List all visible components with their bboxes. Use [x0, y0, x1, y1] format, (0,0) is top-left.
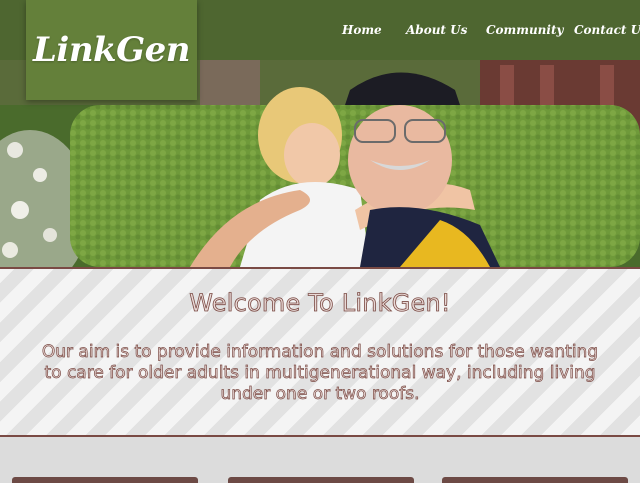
nav-community[interactable]: Community	[486, 23, 563, 37]
nav-home[interactable]: Home	[342, 23, 382, 37]
feature-card-top	[442, 477, 628, 483]
welcome-section: Welcome To LinkGen! Our aim is to provid…	[0, 267, 640, 437]
feature-card-top	[12, 477, 198, 483]
feature-card-top	[228, 477, 414, 483]
nav-about-us[interactable]: About Us	[406, 23, 467, 37]
nav-contact-us[interactable]: Contact Us	[574, 23, 640, 37]
content-area	[0, 437, 640, 483]
logo-text: LinkGen	[33, 30, 191, 70]
welcome-title: Welcome To LinkGen!	[189, 289, 451, 318]
logo[interactable]: LinkGen	[26, 0, 197, 100]
welcome-body: Our aim is to provide information and so…	[41, 342, 599, 405]
